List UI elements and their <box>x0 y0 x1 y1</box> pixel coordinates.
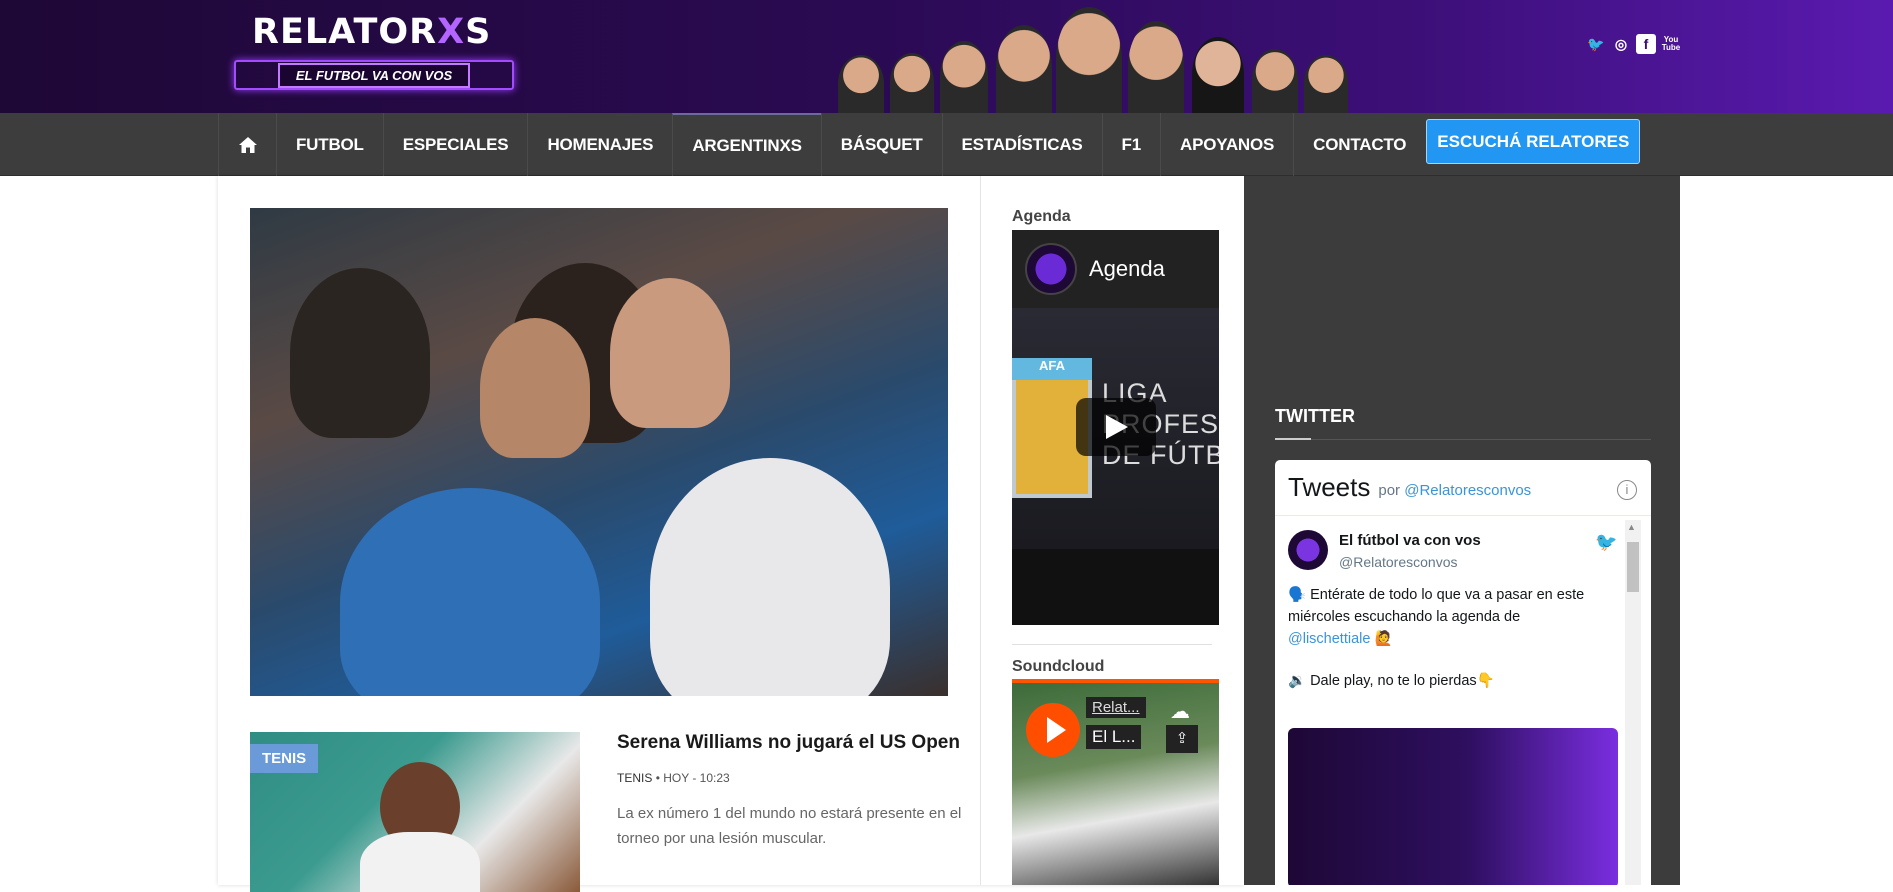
afa-band: AFA <box>1012 358 1092 380</box>
nav-item-contacto[interactable]: CONTACTO <box>1293 113 1425 176</box>
twitter-section-title: TWITTER <box>1275 406 1355 426</box>
youtube-icon[interactable]: You Tube <box>1661 34 1681 54</box>
right-sidebar: TWITTER Tweets por @Relatoresconvos i El… <box>1244 176 1680 885</box>
article-description: La ex número 1 del mundo no estará prese… <box>617 805 962 847</box>
article-title[interactable]: Serena Williams no jugará el US Open <box>617 732 960 754</box>
logo-s: S <box>465 12 492 52</box>
play-button[interactable] <box>1076 398 1156 456</box>
hero-image[interactable] <box>250 208 948 696</box>
channel-avatar[interactable] <box>1025 243 1077 295</box>
info-icon[interactable]: i <box>1617 480 1637 500</box>
logo-tagline: EL FUTBOL VA CON VOS <box>277 62 471 88</box>
scrollbar-thumb[interactable] <box>1627 542 1639 592</box>
soundcloud-track[interactable]: El L... <box>1086 725 1142 749</box>
agenda-video-player[interactable]: Agenda AFA LIGA PROFESION DE FÚTBOL <box>1012 230 1219 625</box>
nav-item-f1[interactable]: F1 <box>1101 113 1160 176</box>
tweet-author-name[interactable]: El fútbol va con vos <box>1339 532 1481 549</box>
twitter-section-rule <box>1275 439 1651 440</box>
twitter-bird-icon[interactable]: 🐦 <box>1595 532 1617 553</box>
soundcloud-heading: Soundcloud <box>1012 658 1105 675</box>
twitter-timeline[interactable]: Tweets por @Relatoresconvos i El fútbol … <box>1275 460 1651 885</box>
nav-item-especiales[interactable]: ESPECIALES <box>382 113 528 176</box>
article-meta: TENIS • HOY - 10:23 <box>617 771 730 785</box>
twitter-section-underline <box>1275 438 1311 440</box>
nav-item-homenajes[interactable]: HOMENAJES <box>527 113 672 176</box>
agenda-heading: Agenda <box>1012 208 1071 225</box>
play-icon <box>1106 415 1128 439</box>
tweet-text: 🗣️ Entérate de todo lo que va a pasar en… <box>1288 587 1585 647</box>
nav-item-futbol[interactable]: FUTBOL <box>276 113 383 176</box>
header-announcers-image <box>838 0 1398 113</box>
soundcloud-artist[interactable]: Relat... <box>1086 697 1146 718</box>
site-logo[interactable]: RELATORXS <box>252 12 491 52</box>
article-tag[interactable]: TENIS <box>250 744 319 773</box>
column-divider <box>980 176 981 885</box>
article-category[interactable]: TENIS <box>617 771 652 785</box>
nav-item-estadisticas[interactable]: ESTADÍSTICAS <box>941 113 1102 176</box>
soundcloud-play-button[interactable] <box>1026 703 1080 757</box>
soundcloud-logo-icon[interactable]: ☁ <box>1170 699 1190 724</box>
nav-home[interactable] <box>218 113 276 176</box>
main-nav: FUTBOL ESPECIALES HOMENAJES ARGENTINXS B… <box>0 113 1893 176</box>
tweet-text-2: 🔉 Dale play, no te lo pierdas👇 <box>1288 673 1495 689</box>
social-links: 🐦 ◎ f You Tube <box>1586 34 1681 54</box>
tweet-media-image[interactable] <box>1288 728 1618 885</box>
scroll-up-arrow-icon[interactable]: ▲ <box>1627 522 1636 532</box>
soundcloud-player[interactable]: Relat... El L... ☁ ⇪ <box>1012 679 1219 885</box>
logo-tagline-bar: EL FUTBOL VA CON VOS <box>234 60 514 90</box>
article-thumbnail[interactable]: TENIS <box>250 732 580 892</box>
sidebar-rule <box>1012 644 1212 645</box>
timeline-handle-link[interactable]: @Relatoresconvos <box>1404 482 1531 499</box>
escucha-relatores-button[interactable]: ESCUCHÁ RELATORES <box>1426 119 1641 164</box>
share-icon[interactable]: ⇪ <box>1166 725 1198 753</box>
agenda-player-title[interactable]: Agenda <box>1089 256 1165 282</box>
nav-item-argentinxs[interactable]: ARGENTINXS <box>672 113 821 176</box>
site-header: RELATORXS EL FUTBOL VA CON VOS 🐦 ◎ f You… <box>0 0 1893 113</box>
nav-item-apoyanos[interactable]: APOYANOS <box>1160 113 1293 176</box>
timeline-header: Tweets por @Relatoresconvos <box>1275 460 1651 516</box>
timeline-scrollbar[interactable]: ▲ <box>1625 520 1641 885</box>
facebook-icon[interactable]: f <box>1636 34 1656 54</box>
logo-text: RELATOR <box>252 12 438 52</box>
logo-x: X <box>437 12 466 52</box>
timeline-title: Tweets <box>1288 472 1371 502</box>
tweet-avatar[interactable] <box>1288 530 1328 570</box>
timeline-by: por @Relatoresconvos <box>1378 482 1532 499</box>
twitter-icon[interactable]: 🐦 <box>1586 34 1606 54</box>
article-time: • HOY - 10:23 <box>655 771 730 785</box>
home-icon <box>238 136 257 153</box>
instagram-icon[interactable]: ◎ <box>1611 34 1631 54</box>
main-content: TENIS Serena Williams no jugará el US Op… <box>218 176 1244 892</box>
agenda-player-header: Agenda <box>1012 230 1219 308</box>
tweet-author-handle[interactable]: @Relatoresconvos <box>1339 554 1458 570</box>
tweet-mention-link[interactable]: @lischettiale <box>1288 631 1370 647</box>
nav-item-basquet[interactable]: BÁSQUET <box>820 113 942 176</box>
